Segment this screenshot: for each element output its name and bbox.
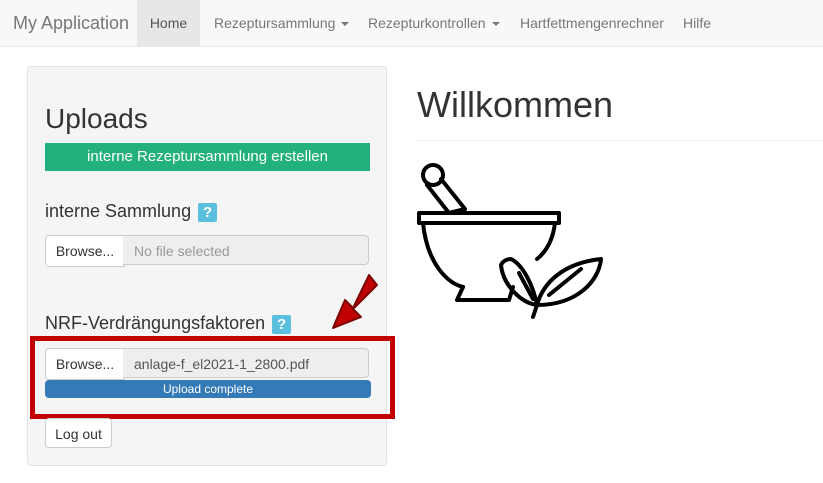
caret-down-icon [491, 22, 500, 27]
nav-home[interactable]: Home [137, 0, 200, 46]
help-icon[interactable]: ? [198, 202, 218, 222]
caret-down-icon [341, 22, 350, 27]
nav-hartfettmengenrechner-label: Hartfettmengenrechner [520, 15, 664, 31]
help-icon[interactable]: ? [272, 314, 292, 334]
nav-rezeptursammlung-label: Rezeptursammlung [214, 15, 336, 31]
browse-button[interactable]: Browse... [45, 235, 125, 267]
nav-home-label: Home [149, 15, 188, 31]
navbar: My Application Home Rezeptursammlung Rez… [0, 0, 823, 47]
nav-hilfe[interactable]: Hilfe [683, 0, 711, 46]
nav-rezeptursammlung[interactable]: Rezeptursammlung [214, 0, 350, 46]
internal-collection-label-text: interne Sammlung [45, 201, 192, 221]
nrf-label: NRF-Verdrängungsfaktoren? [45, 313, 292, 334]
nrf-label-text: NRF-Verdrängungsfaktoren [45, 313, 266, 333]
nav-hilfe-label: Hilfe [683, 15, 712, 31]
nav-rezepturkontrollen[interactable]: Rezepturkontrollen [368, 0, 500, 46]
uploads-title: Uploads [45, 103, 148, 134]
app-brand[interactable]: My Application [13, 13, 129, 34]
arrow-annotation-icon [332, 274, 378, 329]
mortar-pestle-leaves-icon [417, 163, 603, 319]
nav-rezepturkontrollen-label: Rezepturkontrollen [368, 15, 486, 31]
file-name-field[interactable]: No file selected [123, 235, 369, 265]
create-collection-button[interactable]: interne Rezeptursammlung erstellen [45, 143, 370, 171]
nav-hartfettmengenrechner[interactable]: Hartfettmengenrechner [520, 0, 664, 46]
internal-collection-label: interne Sammlung? [45, 201, 218, 222]
page-title: Willkommen [417, 84, 614, 125]
internal-file-input: Browse... No file selected [45, 235, 371, 267]
divider [417, 140, 823, 141]
highlight-box [30, 336, 395, 419]
logout-button[interactable]: Log out [45, 418, 112, 448]
